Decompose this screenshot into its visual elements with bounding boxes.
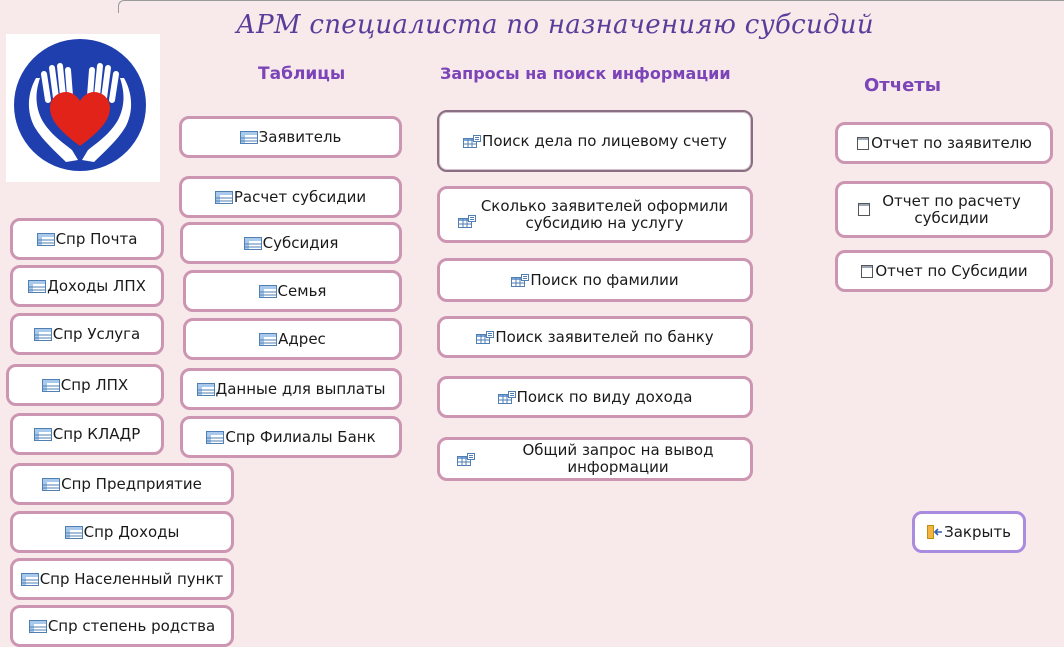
query-button-income-type-search[interactable]: Поиск по виду дохода	[437, 376, 753, 418]
table-button-subsidy-calculation[interactable]: Расчет субсидии	[179, 176, 402, 218]
button-label: Спр Предприятие	[61, 474, 202, 493]
ref-button-incomes[interactable]: Спр Доходы	[10, 511, 234, 553]
button-label: Отчет по расчету субсидии	[882, 191, 1021, 227]
logo	[6, 34, 160, 182]
table-icon	[41, 378, 60, 392]
section-tables-heading: Таблицы	[258, 64, 346, 84]
button-label: Отчет по заявителю	[871, 133, 1032, 152]
table-button-applicant[interactable]: Заявитель	[179, 116, 402, 158]
button-label: Закрыть	[944, 522, 1011, 541]
table-button-family[interactable]: Семья	[183, 270, 402, 312]
table-icon	[33, 327, 52, 341]
button-label: Расчет субсидии	[233, 187, 367, 206]
ref-button-lph[interactable]: Спр ЛПХ	[6, 364, 164, 406]
query-icon	[457, 452, 475, 466]
table-icon	[36, 232, 55, 246]
query-icon	[511, 273, 530, 287]
exit-door-icon	[927, 525, 943, 539]
button-label: Поиск дела по лицевому счету	[482, 131, 727, 150]
button-label: Поиск по фамилии	[530, 270, 679, 289]
table-icon	[214, 190, 233, 204]
query-button-general[interactable]: Общий запрос на вывод информации	[437, 437, 753, 481]
table-icon	[28, 279, 47, 293]
query-icon	[458, 215, 476, 228]
heart-hands-icon	[14, 39, 146, 171]
button-label: Поиск заявителей по банку	[495, 327, 714, 346]
button-label: Спр Филиалы Банк	[225, 427, 376, 446]
report-icon	[857, 203, 871, 216]
table-button-payment-data[interactable]: Данные для выплаты	[180, 368, 402, 410]
query-button-bank-search[interactable]: Поиск заявителей по банку	[437, 316, 753, 358]
button-label: Спр Услуга	[52, 324, 141, 343]
button-label: Доходы ЛПХ	[47, 276, 146, 295]
button-label: Спр КЛАДР	[52, 424, 141, 443]
table-button-subsidy[interactable]: Субсидия	[180, 222, 402, 264]
ref-button-service[interactable]: Спр Услуга	[10, 313, 164, 355]
button-label: Спр степень родства	[47, 616, 216, 635]
button-label: Адрес	[278, 329, 326, 348]
report-button-applicant[interactable]: Отчет по заявителю	[835, 122, 1053, 164]
button-label: Спр ЛПХ	[60, 375, 129, 394]
button-label: Сколько заявителей оформили субсидию на …	[480, 196, 729, 232]
button-label: Заявитель	[258, 127, 342, 146]
table-icon	[196, 382, 215, 396]
button-label: Спр Почта	[55, 229, 138, 248]
table-icon	[258, 284, 277, 298]
ref-button-enterprise[interactable]: Спр Предприятие	[10, 463, 234, 505]
table-icon	[239, 130, 258, 144]
report-button-subsidy-calculation[interactable]: Отчет по расчету субсидии	[835, 181, 1053, 238]
button-label: Спр Населенный пункт	[39, 569, 224, 588]
report-button-subsidy[interactable]: Отчет по Субсидии	[835, 250, 1053, 292]
table-icon	[20, 572, 39, 586]
query-button-account-search[interactable]: Поиск дела по лицевому счету	[437, 110, 753, 172]
button-label: Субсидия	[262, 233, 339, 252]
report-icon	[860, 264, 874, 278]
button-label: Общий запрос на вывод информации	[522, 441, 714, 476]
table-icon	[259, 332, 278, 346]
query-icon	[463, 134, 482, 148]
table-button-address[interactable]: Адрес	[183, 318, 402, 360]
button-label: Поиск по виду дохода	[516, 387, 693, 406]
close-button[interactable]: Закрыть	[912, 511, 1026, 553]
table-icon	[42, 477, 61, 491]
table-icon	[64, 525, 83, 539]
section-reports-heading: Отчеты	[864, 75, 942, 96]
table-icon	[243, 236, 262, 250]
table-icon	[206, 430, 225, 444]
button-label: Семья	[277, 281, 327, 300]
ref-button-kladr[interactable]: Спр КЛАДР	[10, 413, 164, 455]
button-label: Данные для выплаты	[215, 379, 386, 398]
section-queries-heading: Запросы на поиск информации	[440, 64, 731, 83]
button-label: Спр Доходы	[83, 522, 180, 541]
query-icon	[476, 330, 495, 344]
query-button-applicants-count[interactable]: Сколько заявителей оформили субсидию на …	[437, 186, 753, 243]
report-icon	[856, 136, 870, 150]
ref-button-post[interactable]: Спр Почта	[10, 218, 164, 260]
table-icon	[28, 619, 47, 633]
table-icon	[33, 427, 52, 441]
ref-button-settlement[interactable]: Спр Населенный пункт	[10, 558, 234, 600]
ref-button-lph-income[interactable]: Доходы ЛПХ	[10, 265, 164, 307]
query-icon	[497, 390, 516, 404]
ref-button-kinship[interactable]: Спр степень родства	[10, 605, 234, 647]
button-label: Отчет по Субсидии	[875, 261, 1028, 280]
table-button-bank-branches[interactable]: Спр Филиалы Банк	[180, 416, 402, 458]
query-button-surname-search[interactable]: Поиск по фамилии	[437, 258, 753, 302]
